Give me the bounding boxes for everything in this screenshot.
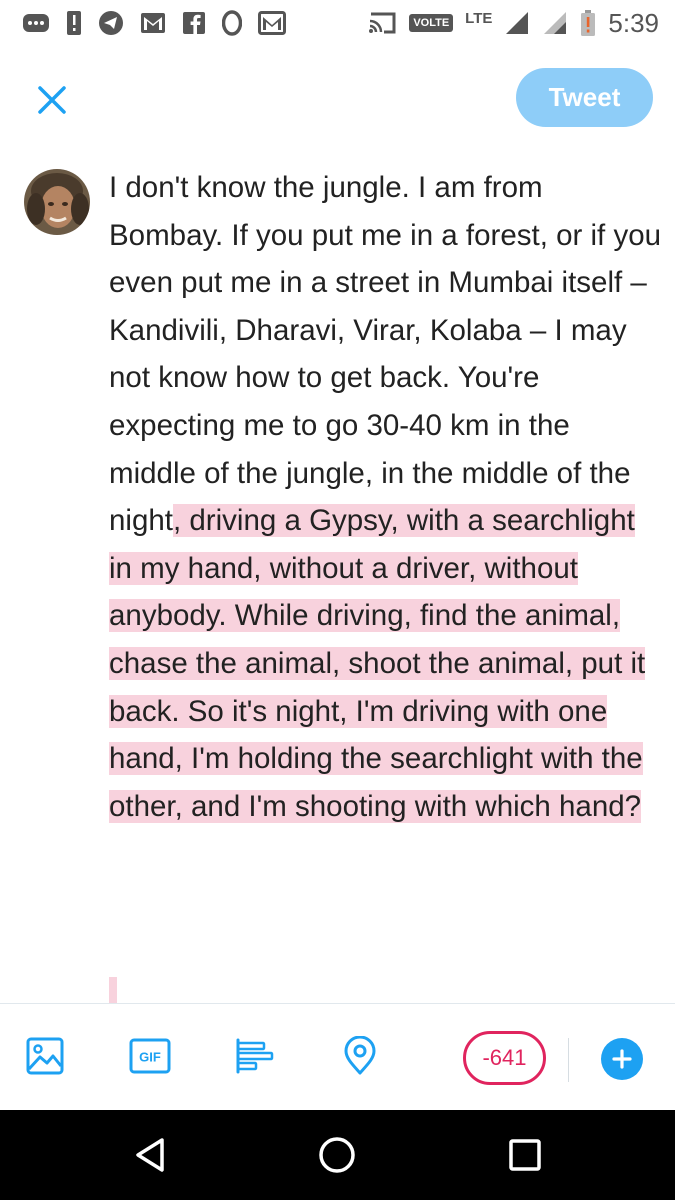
add-tweet-button[interactable] — [601, 1038, 643, 1080]
image-icon — [26, 1037, 64, 1075]
back-button[interactable] — [127, 1132, 173, 1178]
recents-button[interactable] — [502, 1132, 548, 1178]
status-left-icons — [22, 8, 286, 38]
clock-time: 5:39 — [608, 7, 659, 38]
tweet-text-within-limit: I don't know the jungle. I am from Bomba… — [109, 171, 662, 538]
tweet-button[interactable]: Tweet — [516, 68, 653, 127]
volte-badge: VOLTE — [409, 14, 454, 32]
location-icon — [344, 1036, 376, 1075]
battery-alert-icon — [580, 9, 596, 37]
home-icon — [319, 1137, 355, 1173]
add-gif-button[interactable]: GIF — [128, 1034, 172, 1078]
status-bar: VOLTE LTE 5:39 — [0, 0, 675, 46]
network-type: LTE — [465, 9, 493, 27]
add-icon — [612, 1049, 632, 1069]
character-counter: -641 — [463, 1031, 546, 1085]
alert-icon — [66, 10, 82, 36]
home-button[interactable] — [314, 1132, 360, 1178]
add-image-button[interactable] — [23, 1034, 67, 1078]
add-poll-button[interactable] — [233, 1034, 277, 1078]
compose-toolbar: GIF -641 — [0, 1003, 675, 1110]
gif-icon: GIF — [129, 1038, 171, 1074]
navigation-bar — [0, 1110, 675, 1200]
tweet-compose-text[interactable]: I don't know the jungle. I am from Bomba… — [109, 164, 664, 830]
signal-icon — [504, 10, 530, 36]
mail-icon — [258, 11, 286, 35]
avatar — [24, 169, 90, 235]
telegram-icon — [98, 10, 124, 36]
cast-icon — [367, 11, 397, 35]
text-cursor — [109, 977, 117, 1005]
facebook-icon — [182, 11, 206, 35]
gmail-icon — [140, 12, 166, 34]
opera-icon — [222, 10, 242, 36]
back-icon — [136, 1138, 164, 1172]
status-right-icons: VOLTE LTE 5:39 — [367, 8, 659, 38]
signal-icon — [542, 10, 568, 36]
poll-icon — [236, 1038, 274, 1074]
close-icon — [38, 86, 66, 114]
close-button[interactable] — [30, 78, 74, 122]
recents-icon — [509, 1139, 541, 1171]
add-location-button[interactable] — [338, 1034, 382, 1078]
more-dots-icon — [22, 13, 50, 33]
svg-text:GIF: GIF — [139, 1050, 161, 1065]
tweet-text-over-limit: , driving a Gypsy, with a searchlight in… — [109, 504, 646, 823]
toolbar-divider — [568, 1038, 569, 1082]
